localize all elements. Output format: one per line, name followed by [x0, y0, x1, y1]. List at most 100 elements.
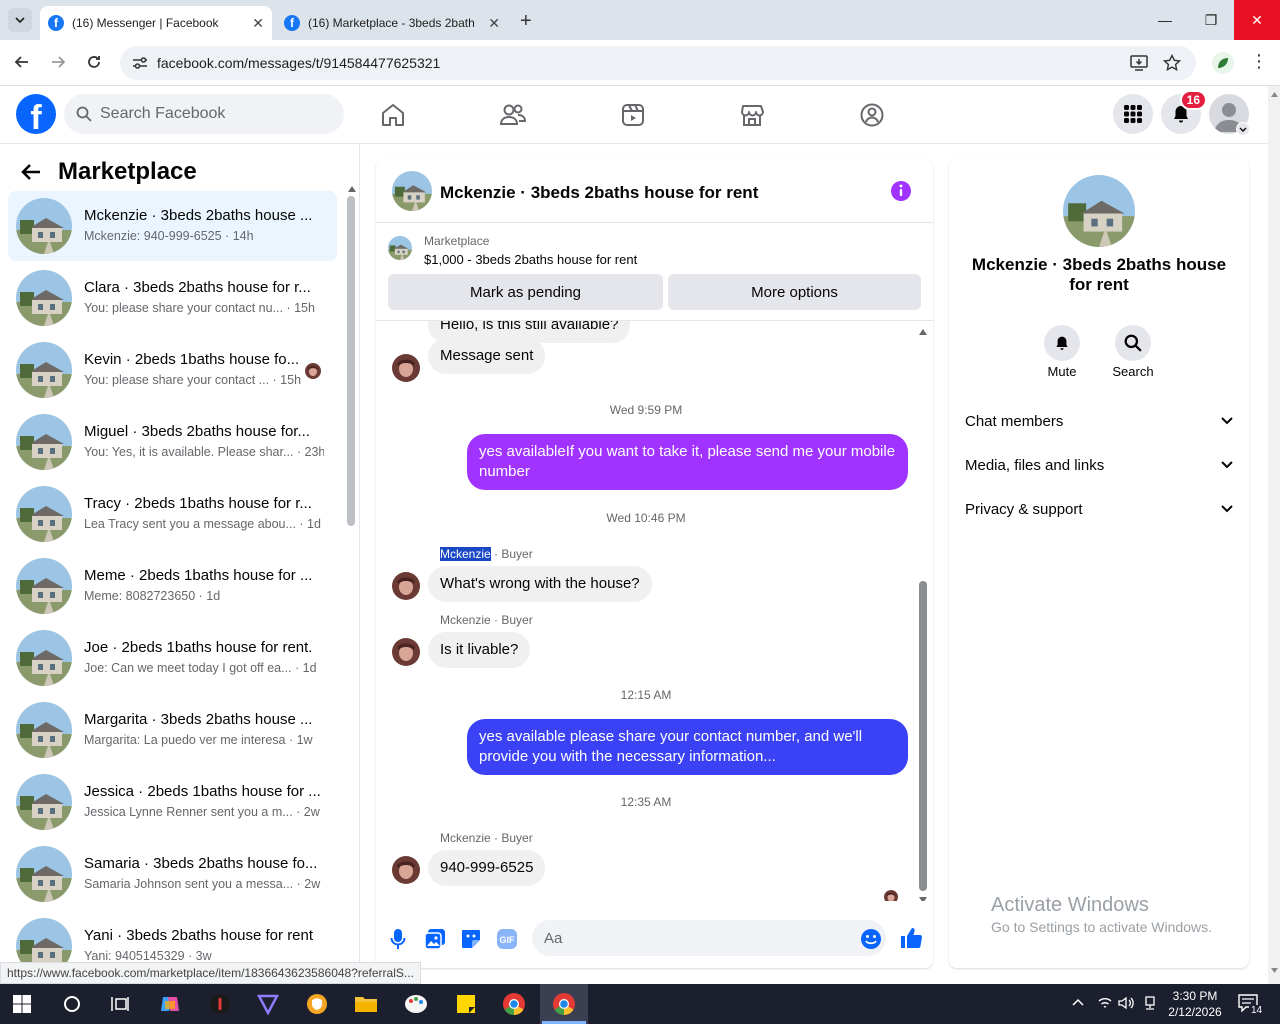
- copilot-icon: [161, 997, 179, 1011]
- marketplace-icon: [741, 105, 764, 126]
- taskbar-app-red[interactable]: [206, 990, 234, 1018]
- listing-title[interactable]: $1,000 - 3beds 2baths house for rent: [424, 252, 637, 267]
- chevron-up-icon[interactable]: [1072, 998, 1084, 1006]
- conversation-avatar: [16, 702, 72, 758]
- tab-search-button[interactable]: [8, 8, 32, 32]
- mark-as-pending-button[interactable]: Mark as pending: [388, 274, 663, 310]
- sender-avatar[interactable]: [392, 856, 420, 884]
- sticker-icon[interactable]: [460, 928, 482, 950]
- bookmark-star-icon[interactable]: [1163, 54, 1181, 72]
- close-window-button[interactable]: ✕: [1234, 0, 1280, 40]
- conversation-item[interactable]: Tracy · 2beds 1baths house for r... Lea T…: [8, 479, 337, 549]
- menu-button[interactable]: [1113, 94, 1153, 134]
- account-dropdown[interactable]: [1236, 122, 1250, 136]
- tab-messenger[interactable]: f (16) Messenger | Facebook ✕: [40, 6, 272, 40]
- photo-icon[interactable]: [424, 928, 446, 950]
- sender-avatar[interactable]: [392, 354, 420, 382]
- chat-members-section[interactable]: Chat members: [965, 407, 1233, 435]
- conversation-item[interactable]: Clara · 3beds 2baths house for r... You: …: [8, 263, 337, 333]
- details-avatar[interactable]: [1063, 175, 1135, 247]
- nav-gaming[interactable]: [855, 98, 889, 132]
- chevron-down-icon: [1239, 127, 1247, 132]
- scrollbar-thumb[interactable]: [919, 581, 927, 891]
- chevron-down-icon: [1221, 417, 1233, 425]
- conversation-item[interactable]: Mckenzie · 3beds 2baths house ... Mckenzi…: [8, 191, 337, 261]
- chat-header: Mckenzie · 3beds 2baths house for rent: [376, 159, 933, 223]
- close-tab-icon[interactable]: ✕: [252, 15, 264, 32]
- nav-home[interactable]: [376, 98, 410, 132]
- facebook-logo[interactable]: f: [16, 94, 56, 134]
- search-icon: [1124, 334, 1142, 352]
- chat-avatar[interactable]: [392, 171, 432, 211]
- listing-thumbnail[interactable]: [388, 236, 412, 260]
- taskbar-vpn[interactable]: [254, 990, 282, 1018]
- conversation-item[interactable]: Meme · 2beds 1baths house for ... Meme: 8…: [8, 551, 337, 621]
- new-tab-button[interactable]: +: [520, 10, 532, 33]
- close-tab-icon[interactable]: ✕: [488, 15, 500, 32]
- message-input[interactable]: Aa: [532, 920, 886, 956]
- mute-button[interactable]: [1044, 325, 1080, 361]
- sender-avatar[interactable]: [392, 572, 420, 600]
- conversation-item[interactable]: Margarita · 3beds 2baths house ... Margar…: [8, 695, 337, 765]
- scroll-down-icon[interactable]: [1271, 968, 1278, 973]
- taskbar-file-explorer[interactable]: [352, 990, 380, 1018]
- sticky-note-icon: [457, 995, 475, 1013]
- start-button[interactable]: [8, 990, 36, 1018]
- emoji-icon[interactable]: [860, 928, 882, 950]
- speaker-icon[interactable]: [1118, 996, 1134, 1010]
- microphone-icon[interactable]: [390, 928, 406, 950]
- reload-button[interactable]: [86, 54, 102, 70]
- taskbar-chrome-active[interactable]: [550, 990, 578, 1018]
- taskbar-paint[interactable]: [402, 990, 430, 1018]
- thumbs-up-icon[interactable]: [899, 926, 923, 950]
- gif-icon[interactable]: GIF: [496, 928, 518, 950]
- conversation-item[interactable]: Jessica · 2beds 1baths house for ... Jess…: [8, 767, 337, 837]
- back-arrow-icon[interactable]: [20, 162, 42, 182]
- notifications-button[interactable]: 16: [1161, 90, 1207, 134]
- forward-button[interactable]: [50, 54, 66, 70]
- message-timestamp: 12:15 AM: [620, 688, 672, 702]
- clock[interactable]: 3:30 PM 2/12/2026: [1166, 988, 1224, 1020]
- network-icon[interactable]: [1143, 996, 1157, 1010]
- conversation-item[interactable]: Miguel · 3beds 2baths house for... You: Y…: [8, 407, 337, 477]
- taskbar-chrome[interactable]: [500, 990, 528, 1018]
- site-settings-icon[interactable]: [132, 56, 148, 70]
- media-files-links-section[interactable]: Media, files and links: [965, 451, 1233, 479]
- house-photo-icon: [16, 774, 72, 830]
- clock-time: 3:30 PM: [1172, 989, 1218, 1003]
- taskbar-copilot[interactable]: [156, 990, 184, 1018]
- scroll-up-icon[interactable]: [1271, 92, 1278, 97]
- profile-extension-icon[interactable]: [1212, 52, 1234, 74]
- scroll-up-icon[interactable]: [348, 186, 356, 192]
- page-scrollbar[interactable]: [1268, 86, 1280, 984]
- install-app-icon[interactable]: [1130, 55, 1148, 71]
- taskbar-sticky-notes[interactable]: [452, 990, 480, 1018]
- conversation-item[interactable]: Kevin · 2beds 1baths house fo... You: ple…: [8, 335, 337, 405]
- nav-friends[interactable]: [496, 98, 530, 132]
- task-view-button[interactable]: [106, 990, 134, 1018]
- search-in-conversation-button[interactable]: [1115, 325, 1151, 361]
- sender-avatar[interactable]: [392, 638, 420, 666]
- maximize-button[interactable]: ❐: [1188, 0, 1234, 40]
- minimize-button[interactable]: —: [1142, 0, 1188, 40]
- thread-scrollbar[interactable]: [918, 325, 928, 901]
- wifi-icon[interactable]: [1098, 996, 1112, 1010]
- chat-title[interactable]: Mckenzie · 3beds 2baths house for rent: [440, 183, 758, 203]
- browser-menu-button[interactable]: ⋮: [1250, 52, 1268, 70]
- nav-marketplace[interactable]: [735, 98, 769, 132]
- back-button[interactable]: [14, 54, 30, 70]
- scroll-up-icon[interactable]: [919, 329, 927, 335]
- conversation-list-scrollbar[interactable]: [347, 196, 355, 526]
- info-icon[interactable]: [890, 180, 912, 202]
- omnibox[interactable]: facebook.com/messages/t/914584477625321: [120, 46, 1196, 80]
- search-facebook-input[interactable]: Search Facebook: [64, 94, 344, 134]
- nav-video[interactable]: [616, 98, 650, 132]
- conversation-item[interactable]: Samaria · 3beds 2baths house fo... Samari…: [8, 839, 337, 909]
- taskbar-brave[interactable]: [303, 990, 331, 1018]
- scroll-down-icon[interactable]: [919, 897, 927, 901]
- more-options-button[interactable]: More options: [668, 274, 921, 310]
- tab-marketplace[interactable]: f (16) Marketplace - 3beds 2bath ✕: [276, 6, 508, 40]
- taskbar-search-button[interactable]: [58, 990, 86, 1018]
- conversation-item[interactable]: Joe · 2beds 1baths house for rent. Joe: C…: [8, 623, 337, 693]
- privacy-support-section[interactable]: Privacy & support: [965, 495, 1233, 523]
